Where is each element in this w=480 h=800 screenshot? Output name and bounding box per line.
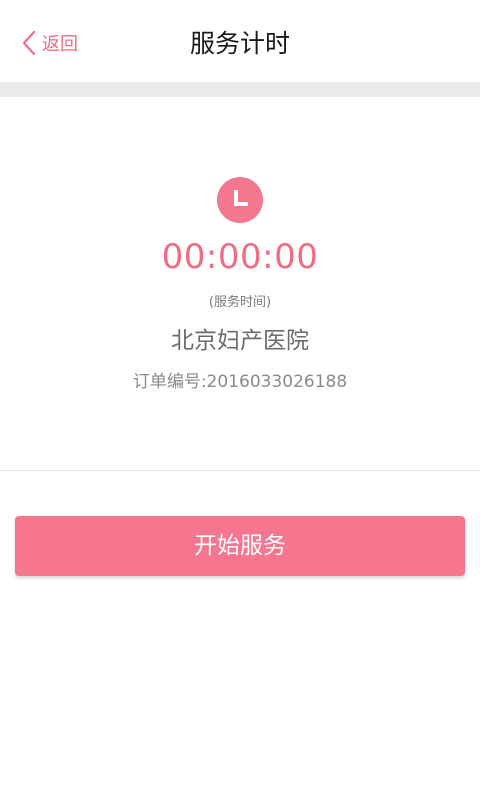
- elapsed-time-caption: (服务时间): [208, 295, 272, 310]
- divider: [0, 470, 480, 471]
- elapsed-time: 00:00:00: [161, 237, 319, 277]
- hospital-name: 北京妇产医院: [171, 328, 309, 354]
- clock-icon: [217, 177, 263, 223]
- clock-hand-minute: [234, 202, 248, 206]
- timer-card: 00:00:00 (服务时间) 北京妇产医院 订单编号:201603302618…: [0, 97, 480, 470]
- section-separator: [0, 82, 480, 97]
- order-number: 订单编号:2016033026188: [132, 372, 348, 392]
- header-bar: 返回 服务计时: [0, 0, 480, 82]
- service-timer-screen: 返回 服务计时 00:00:00 (服务时间) 北京妇产医院 订单编号:2016…: [0, 0, 480, 800]
- start-service-button[interactable]: 开始服务: [15, 516, 465, 576]
- page-title: 服务计时: [189, 29, 290, 58]
